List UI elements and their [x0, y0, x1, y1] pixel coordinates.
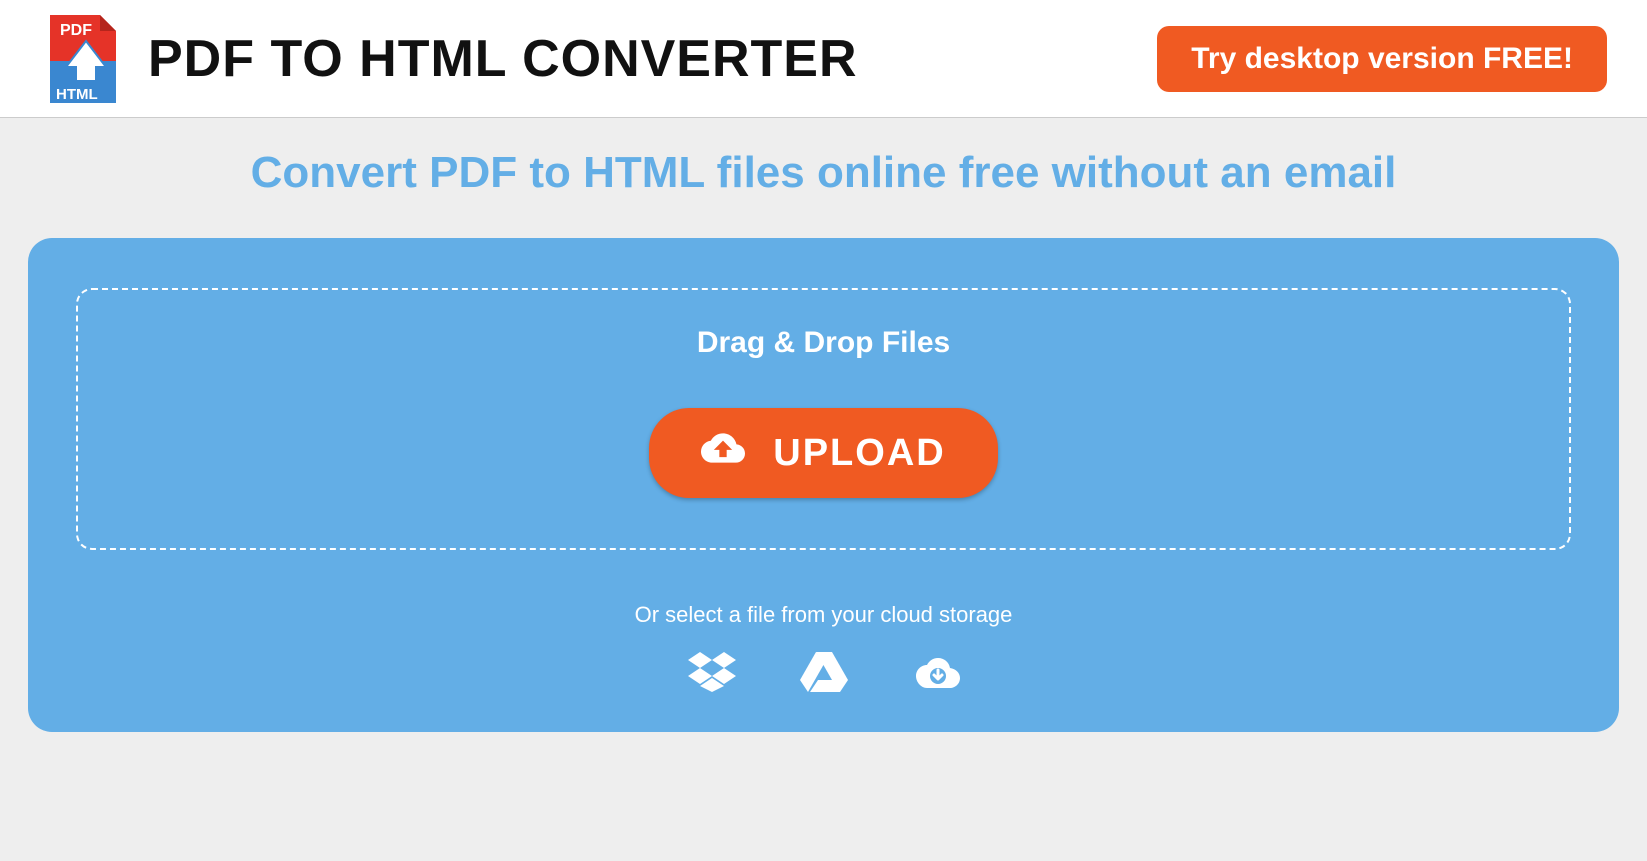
- logo-icon: PDF HTML: [40, 11, 130, 107]
- try-desktop-button[interactable]: Try desktop version FREE!: [1157, 26, 1607, 92]
- cloud-upload-icon: [701, 426, 745, 480]
- upload-button-label: UPLOAD: [773, 432, 945, 475]
- header-left: PDF HTML PDF TO HTML CONVERTER: [40, 11, 858, 107]
- dropbox-icon[interactable]: [688, 650, 736, 692]
- google-drive-icon[interactable]: [800, 650, 848, 692]
- header: PDF HTML PDF TO HTML CONVERTER Try deskt…: [0, 0, 1647, 118]
- drop-zone[interactable]: Drag & Drop Files UPLOAD: [76, 288, 1571, 550]
- main-content: Convert PDF to HTML files online free wi…: [0, 118, 1647, 732]
- subtitle: Convert PDF to HTML files online free wi…: [20, 148, 1627, 198]
- cloud-storage-label: Or select a file from your cloud storage: [76, 602, 1571, 628]
- cloud-icons-row: [76, 650, 1571, 692]
- drop-zone-label: Drag & Drop Files: [98, 326, 1549, 360]
- upload-button[interactable]: UPLOAD: [649, 408, 997, 498]
- page-title: PDF TO HTML CONVERTER: [148, 29, 858, 89]
- svg-text:PDF: PDF: [60, 22, 92, 39]
- cloud-storage-section: Or select a file from your cloud storage: [76, 602, 1571, 692]
- upload-panel: Drag & Drop Files UPLOAD Or select a fil…: [28, 238, 1619, 732]
- cloud-download-icon[interactable]: [912, 650, 960, 692]
- svg-text:HTML: HTML: [56, 86, 98, 103]
